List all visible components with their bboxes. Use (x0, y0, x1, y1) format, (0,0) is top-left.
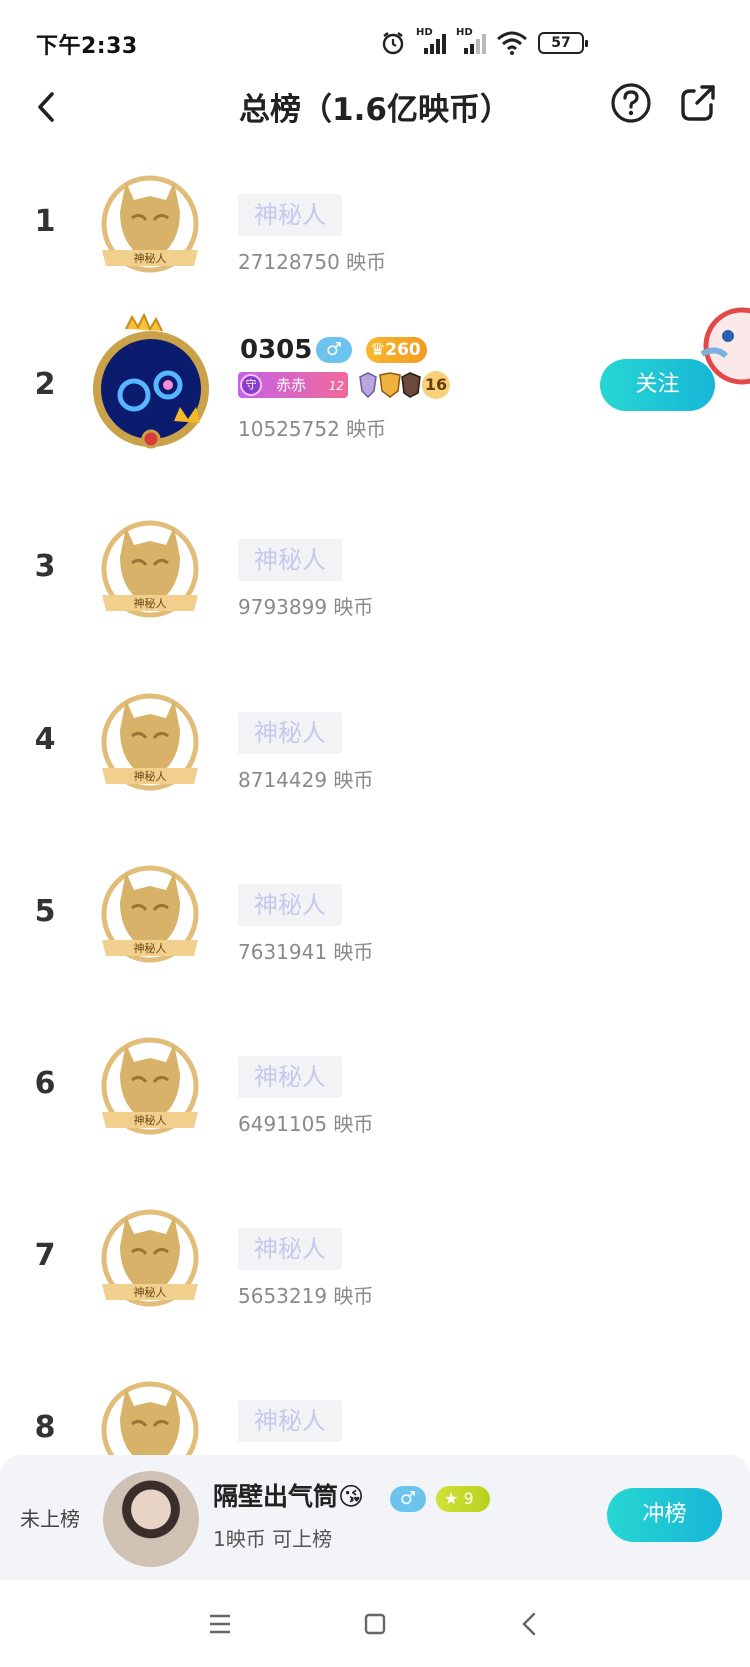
rank-row-5[interactable]: 5 神秘人 神秘人 7631941 映币 (0, 842, 750, 1004)
system-nav-bar (0, 1580, 750, 1667)
user-level-badge: ★ 9 (436, 1486, 490, 1512)
fan-badge-name: 赤赤 (276, 376, 307, 394)
rank-number: 3 (34, 549, 56, 584)
rank-number: 1 (34, 204, 56, 239)
gender-male-badge: ♂ (390, 1486, 426, 1512)
rank-row-4[interactable]: 4 神秘人 神秘人 8714429 映币 (0, 670, 750, 832)
svg-text:神秘人: 神秘人 (134, 769, 167, 783)
not-ranked-label: 未上榜 (20, 1507, 80, 1531)
anonymous-name: 神秘人 (238, 884, 342, 926)
anonymous-name: 神秘人 (238, 1400, 342, 1442)
rank-number: 2 (34, 367, 56, 402)
anonymous-name: 神秘人 (238, 1228, 342, 1270)
rank-number: 8 (34, 1410, 56, 1445)
svg-text:神秘人: 神秘人 (134, 1113, 167, 1127)
rank-number: 5 (34, 894, 56, 929)
coin-amount: 8714429 映币 (238, 768, 374, 792)
mystery-mask-avatar: 神秘人 (101, 693, 199, 791)
battery-icon: 57 (538, 32, 588, 54)
my-rank-bar: 未上榜 隔壁出气筒😘 ♂ ★ 9 1映币 可上榜 冲榜 (0, 1455, 750, 1580)
alarm-icon (382, 32, 404, 55)
fan-shield-icon: 守 (240, 374, 262, 396)
rank-row-3[interactable]: 3 神秘人 神秘人 9793899 映币 (0, 497, 750, 659)
coin-amount: 10525752 映币 (238, 417, 387, 441)
rank-row-7[interactable]: 7 神秘人 神秘人 5653219 映币 (0, 1186, 750, 1348)
gender-male-badge: ♂ (316, 337, 352, 363)
wifi-icon (497, 31, 527, 55)
svg-text:神秘人: 神秘人 (134, 1285, 167, 1299)
user-name[interactable]: 0305 (240, 335, 312, 365)
anonymous-name: 神秘人 (238, 194, 342, 236)
medal-icons (359, 372, 421, 399)
mystery-mask-avatar: 神秘人 (101, 1209, 199, 1307)
coin-amount: 6491105 映币 (238, 1112, 374, 1136)
fan-badge-level: 12 (328, 379, 344, 393)
fan-club-badge: 守 赤赤 12 (238, 372, 348, 398)
rank-number: 7 (34, 1238, 56, 1273)
mystery-mask-avatar: 神秘人 (101, 520, 199, 618)
anonymous-name: 神秘人 (238, 539, 342, 581)
coin-amount: 9793899 映币 (238, 595, 374, 619)
mystery-mask-avatar: 神秘人 (101, 175, 199, 273)
floating-mascot-icon[interactable] (698, 296, 750, 396)
status-icons: HD HD 57 (380, 27, 588, 58)
mystery-mask-avatar: 神秘人 (101, 1037, 199, 1135)
rank-row-1[interactable]: 1 神秘人 神秘人 27128750 映币 (0, 152, 750, 314)
rank-number: 4 (34, 722, 56, 757)
help-icon[interactable] (610, 82, 652, 124)
medal-group: 16 (358, 371, 450, 399)
svg-text:神秘人: 神秘人 (134, 941, 167, 955)
climb-rank-button[interactable]: 冲榜 (607, 1488, 722, 1542)
crown-level-badge: ♛260 (366, 337, 427, 363)
svg-text:神秘人: 神秘人 (134, 251, 167, 265)
crown-icon: ♛ (370, 340, 386, 360)
coin-amount: 5653219 映币 (238, 1284, 374, 1308)
status-time: 下午2:33 (36, 34, 138, 59)
my-user-name: 隔壁出气筒😘 (213, 1482, 365, 1511)
svg-text:神秘人: 神秘人 (134, 596, 167, 610)
signal-icon: HD (416, 27, 446, 56)
coin-amount: 7631941 映币 (238, 940, 374, 964)
crown-level: 260 (385, 340, 421, 360)
menu-icon[interactable] (200, 1604, 240, 1644)
home-icon[interactable] (355, 1604, 395, 1644)
rank-number: 6 (34, 1066, 56, 1101)
my-avatar[interactable] (103, 1471, 199, 1567)
medal-count: 16 (422, 371, 450, 399)
anonymous-name: 神秘人 (238, 712, 342, 754)
nav-bar: 总榜（1.6亿映币） (0, 70, 750, 148)
rank-row-6[interactable]: 6 神秘人 神秘人 6491105 映币 (0, 1014, 750, 1176)
anonymous-name: 神秘人 (238, 1056, 342, 1098)
user-level: 9 (463, 1489, 474, 1508)
mystery-mask-avatar: 神秘人 (101, 865, 199, 963)
star-icon: ★ (444, 1489, 459, 1508)
share-icon[interactable] (678, 82, 718, 124)
user-avatar[interactable] (76, 311, 226, 461)
signal-icon-2: HD (456, 27, 486, 56)
coin-amount: 27128750 映币 (238, 250, 387, 274)
rank-row-2[interactable]: 2 0305 ♂ ♛260 守 赤赤 12 16 10525752 映币 关注 (0, 312, 750, 477)
rank-hint-text: 1映币 可上榜 (213, 1527, 333, 1551)
system-back-icon[interactable] (510, 1604, 550, 1644)
